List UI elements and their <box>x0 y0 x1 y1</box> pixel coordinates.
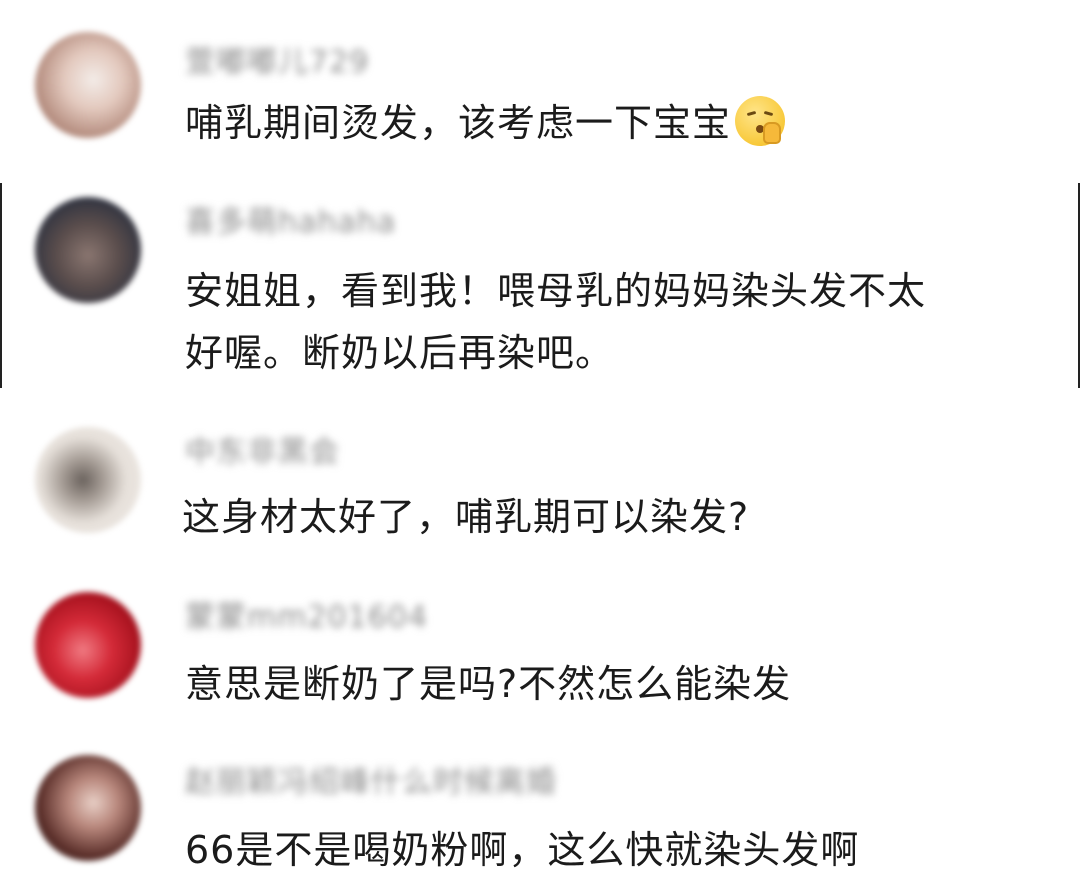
username[interactable]: 喜多萌hahaha <box>185 205 396 241</box>
comment-text-line: 安姐姐，看到我！喂母乳的妈妈染头发不太 <box>185 269 927 313</box>
shushing-face-icon <box>735 96 786 146</box>
comment-list: 萱嘟嘟儿729 哺乳期间烫发，该考虑一下宝宝 喜多萌hahaha 安姐姐，看到我… <box>0 0 1080 879</box>
comment-item: 赵丽颖冯绍峰什么时候离婚 66是不是喝奶粉啊，这么快就染头发啊 <box>0 740 1080 879</box>
avatar[interactable] <box>35 592 141 698</box>
comment-text-content: 66是不是喝奶粉啊，这么快就染头发啊 <box>185 828 860 872</box>
comment-text-line: 好喔。断奶以后再染吧。 <box>185 331 615 375</box>
avatar[interactable] <box>35 755 141 861</box>
comment-item: 中东非黑会 这身材太好了，哺乳期可以染发? <box>0 410 1080 580</box>
username[interactable]: 中东非黑会 <box>185 435 340 471</box>
username[interactable]: 萱嘟嘟儿729 <box>185 45 369 81</box>
username[interactable]: 蒙蒙mm201604 <box>185 600 428 636</box>
username[interactable]: 赵丽颖冯绍峰什么时候离婚 <box>185 765 557 801</box>
avatar[interactable] <box>35 197 141 303</box>
comment-item: 喜多萌hahaha 安姐姐，看到我！喂母乳的妈妈染头发不太 好喔。断奶以后再染吧… <box>0 170 1080 410</box>
comment-text: 哺乳期间烫发，该考虑一下宝宝 <box>185 92 1045 154</box>
comment-item: 蒙蒙mm201604 意思是断奶了是吗?不然怎么能染发 <box>0 580 1080 730</box>
comment-text: 安姐姐，看到我！喂母乳的妈妈染头发不太 好喔。断奶以后再染吧。 <box>185 260 1045 384</box>
avatar[interactable] <box>35 32 141 138</box>
comment-text-content: 这身材太好了，哺乳期可以染发? <box>182 495 750 539</box>
comment-text-content: 哺乳期间烫发，该考虑一下宝宝 <box>185 101 732 145</box>
comment-item: 萱嘟嘟儿729 哺乳期间烫发，该考虑一下宝宝 <box>0 0 1080 170</box>
comment-text: 这身材太好了，哺乳期可以染发? <box>182 486 1042 548</box>
avatar[interactable] <box>35 427 141 533</box>
comment-text-content: 意思是断奶了是吗?不然怎么能染发 <box>185 662 792 706</box>
comment-text: 意思是断奶了是吗?不然怎么能染发 <box>185 653 1045 715</box>
comment-text: 66是不是喝奶粉啊，这么快就染头发啊 <box>185 819 1045 881</box>
